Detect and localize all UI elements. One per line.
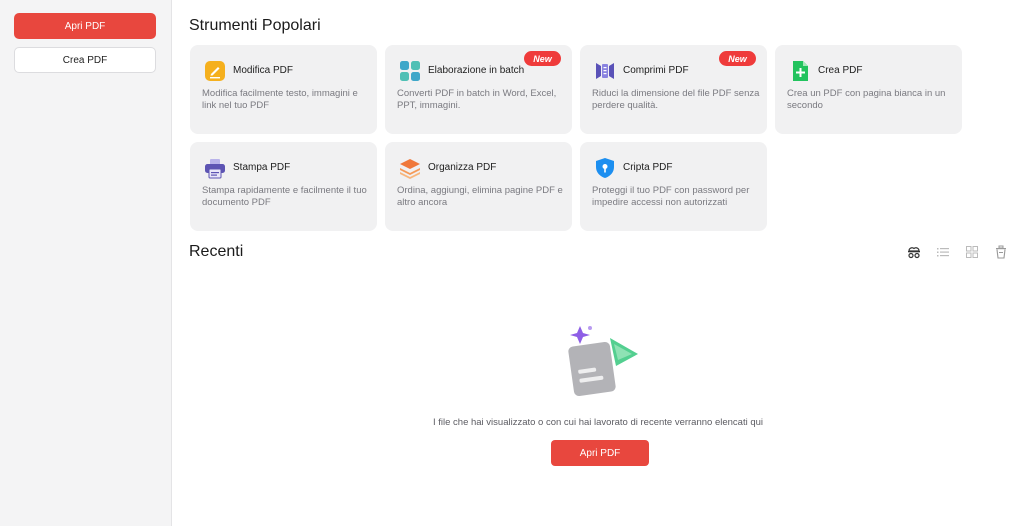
grid-view-icon[interactable] xyxy=(965,245,979,259)
tool-description: Ordina, aggiungi, elimina pagine PDF e a… xyxy=(397,185,563,208)
tool-card-create[interactable]: Crea PDF Crea un PDF con pagina bianca i… xyxy=(775,45,962,134)
empty-files-illustration xyxy=(560,322,642,402)
print-icon xyxy=(204,157,226,179)
empty-state-message: I file che hai visualizzato o con cui ha… xyxy=(432,417,764,428)
shield-icon xyxy=(594,157,616,179)
open-pdf-main-button[interactable]: Apri PDF xyxy=(551,440,649,466)
tool-title: Comprimi PDF xyxy=(623,65,689,76)
list-view-icon[interactable] xyxy=(936,245,950,259)
popular-tools-title: Strumenti Popolari xyxy=(189,17,321,34)
tool-description: Converti PDF in batch in Word, Excel, PP… xyxy=(397,88,557,111)
sidebar: Apri PDF Crea PDF xyxy=(0,0,172,526)
tool-title: Stampa PDF xyxy=(233,162,291,173)
tool-title: Crea PDF xyxy=(818,65,863,76)
new-badge: New xyxy=(719,51,756,66)
compress-icon xyxy=(594,60,616,82)
tool-description: Crea un PDF con pagina bianca in un seco… xyxy=(787,88,946,111)
create-icon xyxy=(789,60,811,82)
trash-icon[interactable] xyxy=(994,245,1008,259)
batch-icon xyxy=(399,60,421,82)
organize-icon xyxy=(399,157,421,179)
recent-title: Recenti xyxy=(189,243,244,260)
create-pdf-button[interactable]: Crea PDF xyxy=(14,47,156,73)
tool-card-edit-pdf[interactable]: Modifica PDF Modifica facilmente testo, … xyxy=(190,45,377,134)
tool-title: Cripta PDF xyxy=(623,162,673,173)
edit-icon xyxy=(204,60,226,82)
tool-description: Riduci la dimensione del file PDF senza … xyxy=(592,88,760,111)
tool-title: Modifica PDF xyxy=(233,65,294,76)
tool-card-batch[interactable]: Elaborazione in batch New Converti PDF i… xyxy=(385,45,572,134)
tool-card-organize[interactable]: Organizza PDF Ordina, aggiungi, elimina … xyxy=(385,142,572,231)
cloud-icon[interactable] xyxy=(907,245,921,259)
tool-title: Elaborazione in batch xyxy=(428,65,525,76)
tool-title: Organizza PDF xyxy=(428,162,497,173)
tool-card-encrypt[interactable]: Cripta PDF Proteggi il tuo PDF con passw… xyxy=(580,142,767,231)
new-badge: New xyxy=(524,51,561,66)
tool-card-compress[interactable]: Comprimi PDF New Riduci la dimensione de… xyxy=(580,45,767,134)
tool-card-print[interactable]: Stampa PDF Stampa rapidamente e facilmen… xyxy=(190,142,377,231)
open-pdf-button[interactable]: Apri PDF xyxy=(14,13,156,39)
tool-description: Proteggi il tuo PDF con password per imp… xyxy=(592,185,750,208)
tool-description: Modifica facilmente testo, immagini e li… xyxy=(202,88,358,111)
tool-description: Stampa rapidamente e facilmente il tuo d… xyxy=(202,185,367,208)
